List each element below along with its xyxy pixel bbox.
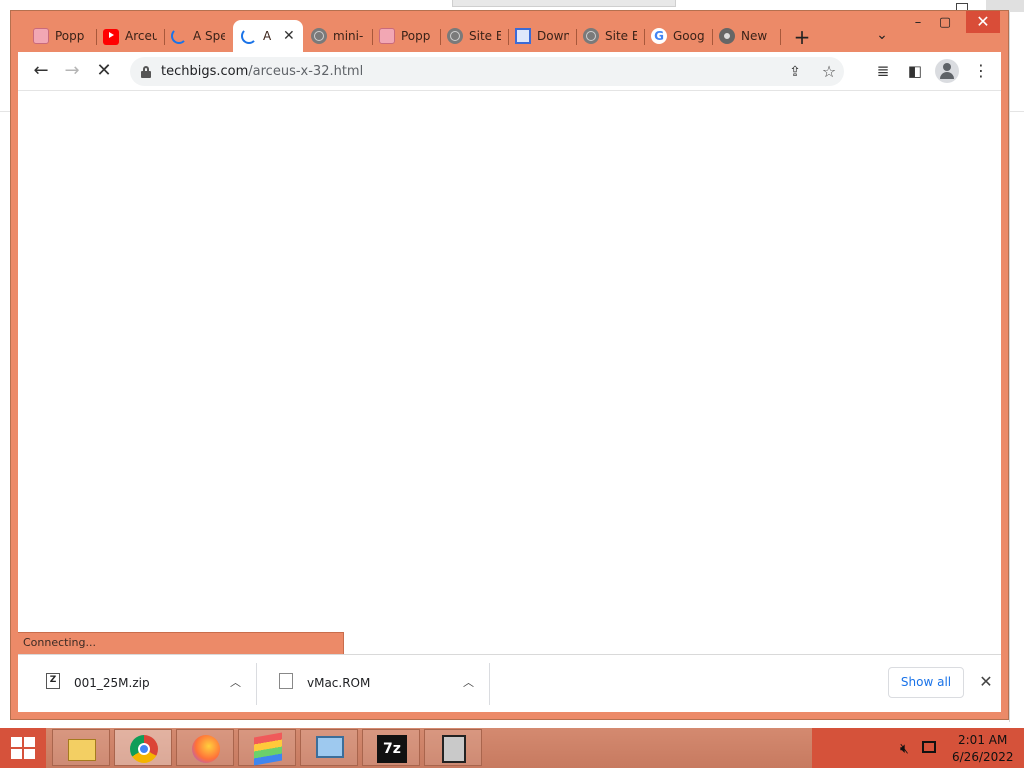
tab-title: Goog (673, 29, 705, 43)
close-window-button[interactable]: ✕ (966, 11, 1000, 33)
profile-avatar[interactable] (935, 59, 959, 83)
chrome-taskbar-button[interactable] (114, 729, 172, 766)
browser-window: Popp Arceu A Spe A ✕ mini- Popp Site E D… (10, 10, 1009, 720)
background-edge (1009, 12, 1010, 722)
tab-separator (780, 29, 781, 45)
download-filename: 001_25M.zip (74, 676, 150, 690)
new-tab-button[interactable]: + (791, 27, 813, 49)
stop-loading-button[interactable]: ✕ (91, 58, 117, 84)
tab-title: New (741, 29, 768, 43)
tab-title: Arceu (125, 29, 157, 43)
firefox-taskbar-button[interactable] (176, 729, 234, 766)
tab-title: Site E (469, 29, 501, 43)
tab-title: mini- (333, 29, 364, 43)
7zip-icon: 7z (377, 735, 407, 763)
url-domain: techbigs.com (161, 64, 249, 79)
chrome-icon (719, 28, 735, 44)
bluestacks-icon (254, 732, 282, 766)
status-bubble: Connecting... (18, 632, 344, 654)
windows-logo-icon (11, 737, 35, 759)
tab-7[interactable]: Site E (439, 25, 507, 47)
7zip-taskbar-button[interactable]: 7z (362, 729, 420, 766)
tab-10[interactable]: G Goog (643, 25, 711, 47)
bluestacks-taskbar-button[interactable] (238, 729, 296, 766)
pink-square-icon (379, 28, 395, 44)
clock-time[interactable]: 2:01 AM (958, 733, 1007, 747)
tab-strip: Popp Arceu A Spe A ✕ mini- Popp Site E D… (11, 11, 1008, 52)
chevron-down-icon[interactable]: ⌄ (871, 27, 893, 49)
lock-icon[interactable] (141, 65, 151, 78)
tab-11[interactable]: New (711, 25, 779, 47)
file-icon (279, 673, 293, 689)
tab-title: Popp (401, 29, 431, 43)
url-text[interactable]: techbigs.com/arceus-x-32.html (161, 64, 363, 79)
pink-square-icon (33, 28, 49, 44)
globe-icon (583, 28, 599, 44)
minimize-button[interactable]: – (904, 15, 932, 35)
virtualbox-taskbar-button[interactable] (424, 729, 482, 766)
globe-icon (311, 28, 327, 44)
show-all-button[interactable]: Show all (888, 667, 964, 698)
media-control-icon[interactable]: ≣ (870, 58, 896, 84)
forward-button[interactable]: → (59, 58, 85, 84)
volume-muted-icon[interactable]: 🔇︎ (900, 741, 909, 757)
virtualbox-icon (442, 735, 466, 763)
control-panel-icon (316, 736, 344, 758)
document-icon (515, 28, 531, 44)
tab-title: Down (537, 29, 569, 43)
folder-icon (68, 739, 96, 761)
chevron-up-icon[interactable]: ︿ (463, 674, 474, 690)
download-shelf: Z 001_25M.zip ︿ vMac.ROM ︿ Show all ✕ (18, 654, 1001, 712)
tab-title: A Spe (193, 29, 225, 43)
download-item[interactable]: vMac.ROM ︿ (257, 655, 489, 713)
tab-2[interactable]: Arceu (95, 25, 163, 47)
firefox-icon (192, 735, 220, 763)
menu-kebab-icon[interactable]: ⋮ (968, 58, 994, 84)
google-icon: G (651, 28, 667, 44)
tab-1[interactable]: Popp (25, 25, 93, 47)
browser-toolbar: ← → ✕ techbigs.com/arceus-x-32.html ⇪ ☆ … (18, 52, 1001, 91)
tab-6[interactable]: Popp (371, 25, 439, 47)
tab-title: A (263, 29, 272, 43)
taskbar: 7z 🔇︎ 2:01 AM 6/26/2022 (0, 728, 1024, 768)
system-tray: 🔇︎ 2:01 AM 6/26/2022 (812, 728, 1024, 768)
tab-3[interactable]: A Spe (163, 25, 229, 47)
loading-spinner-icon (241, 28, 257, 44)
maximize-button[interactable]: ▢ (931, 15, 959, 35)
share-icon[interactable]: ⇪ (782, 59, 808, 85)
close-icon[interactable]: ✕ (283, 28, 295, 44)
tab-title: Popp (55, 29, 85, 43)
tab-9[interactable]: Site E (575, 25, 643, 47)
zip-file-icon: Z (46, 673, 60, 689)
clock-date[interactable]: 6/26/2022 (952, 750, 1014, 764)
bookmark-star-icon[interactable]: ☆ (816, 59, 842, 85)
url-path: /arceus-x-32.html (248, 64, 364, 79)
background-tab (452, 0, 676, 7)
download-filename: vMac.ROM (307, 676, 371, 690)
tab-8[interactable]: Down (507, 25, 575, 47)
back-button[interactable]: ← (28, 58, 54, 84)
tab-5[interactable]: mini- (303, 25, 369, 47)
start-button[interactable] (0, 728, 46, 768)
address-bar[interactable]: techbigs.com/arceus-x-32.html ⇪ ☆ (130, 57, 844, 86)
chrome-icon-center (138, 743, 150, 755)
network-icon[interactable] (922, 741, 936, 753)
youtube-icon (103, 29, 119, 45)
loading-spinner-icon (171, 28, 187, 44)
globe-icon (447, 28, 463, 44)
side-panel-icon[interactable]: ◧ (902, 58, 928, 84)
control-panel-taskbar-button[interactable] (300, 729, 358, 766)
download-separator (489, 663, 490, 705)
file-explorer-taskbar-button[interactable] (52, 729, 110, 766)
download-item[interactable]: Z 001_25M.zip ︿ (24, 655, 256, 713)
tab-title: Site E (605, 29, 637, 43)
page-content (18, 91, 1001, 654)
chevron-up-icon[interactable]: ︿ (230, 674, 241, 690)
tab-4-active[interactable]: A ✕ (233, 20, 303, 52)
close-download-shelf-icon[interactable]: ✕ (976, 669, 996, 695)
